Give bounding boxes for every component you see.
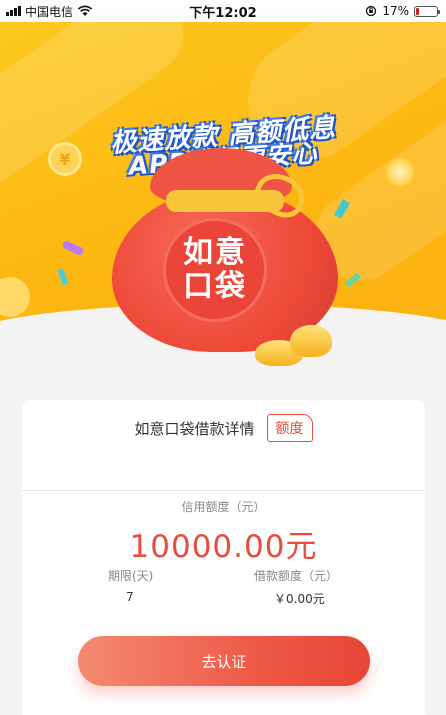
card-divider — [22, 490, 425, 491]
seal-text-1: 如意 — [183, 235, 247, 270]
gold-ingot-icon — [290, 325, 332, 357]
rotation-lock-icon — [366, 5, 377, 17]
confetti-icon — [61, 239, 85, 257]
card-header: 如意口袋借款详情 额度 — [22, 414, 425, 442]
term-label: 期限(天) — [108, 569, 154, 583]
confetti-icon — [57, 268, 69, 286]
status-bar: 中国电信 下午12:02 17% — [0, 0, 446, 22]
battery-icon — [414, 5, 440, 17]
status-right: 17% — [365, 0, 440, 22]
card-title: 如意口袋借款详情 — [134, 419, 255, 438]
credit-amount: 10000.00元 — [129, 529, 318, 565]
seal-text-2: 口袋 — [183, 269, 247, 304]
term-value: 7 — [126, 590, 134, 604]
pouch-seal: 如意 口袋 — [163, 218, 267, 322]
quota-badge: 额度 — [266, 414, 313, 442]
loan-amount-value: ￥0.00元 — [274, 592, 325, 606]
battery-percent: 17% — [382, 4, 409, 18]
credit-label: 信用额度（元） — [181, 500, 266, 514]
blur-coin-icon — [0, 277, 30, 317]
verify-button[interactable]: 去认证 — [78, 636, 370, 686]
loan-amount-label: 借款额度（元） — [254, 569, 339, 583]
loan-detail-card: 如意口袋借款详情 额度 信用额度（元） 10000.00元 期限(天) 7 借款… — [22, 400, 425, 715]
